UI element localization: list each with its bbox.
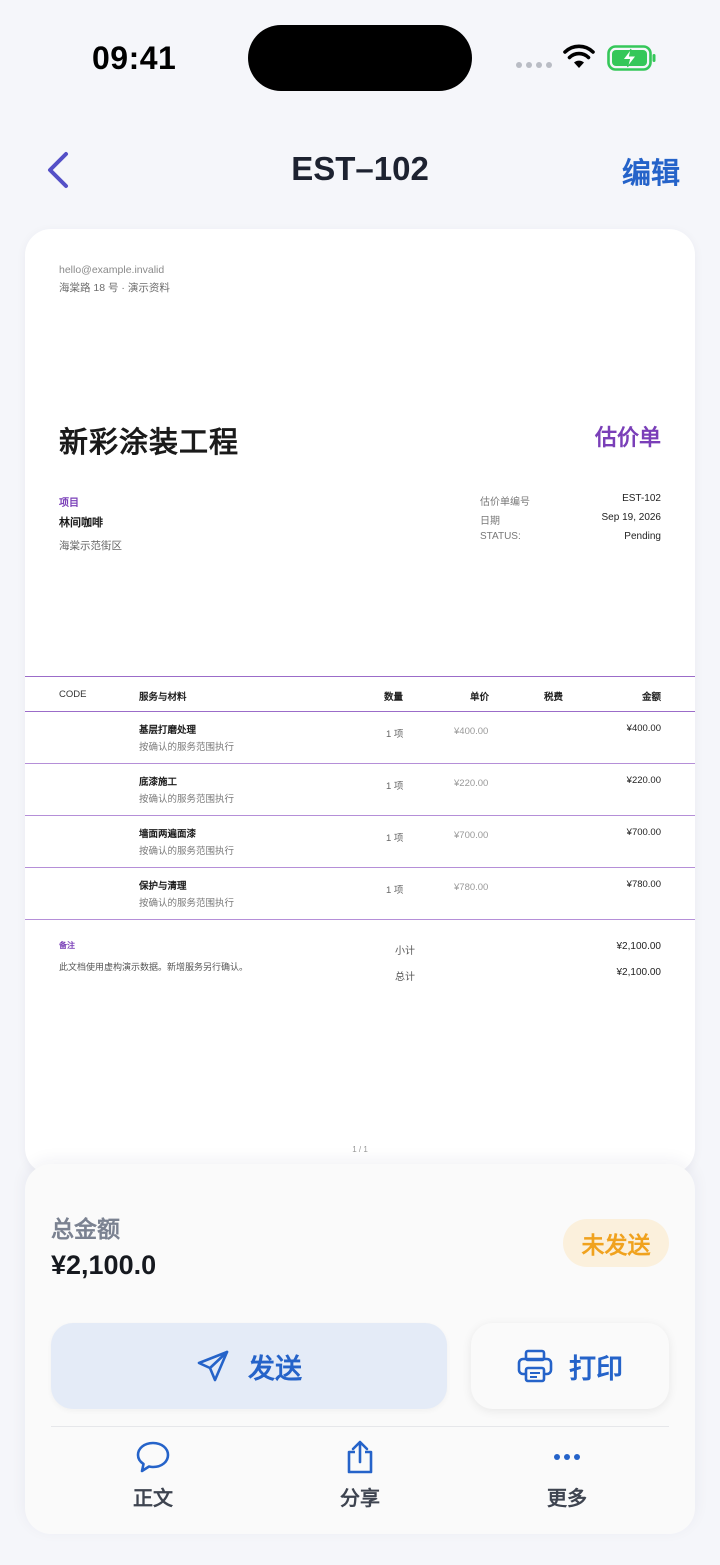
item-qty: 1 项 [386, 729, 404, 740]
business-email: hello@example.invalid [59, 264, 165, 276]
col-qty: 数量 [384, 692, 404, 703]
tab-body[interactable]: 正文 [93, 1440, 213, 1511]
meta-value-date: Sep 19, 2026 [601, 512, 662, 523]
more-icon [554, 1454, 580, 1460]
total-label: 总计 [395, 972, 415, 983]
col-price: 单价 [470, 692, 490, 703]
print-label: 打印 [569, 1353, 623, 1384]
sheet-divider [51, 1426, 669, 1427]
tab-body-label: 正文 [133, 1488, 173, 1510]
status-badge: 未发送 [563, 1219, 669, 1267]
notes-label: 备注 [59, 941, 75, 950]
item-name: 底漆施工 [139, 777, 178, 788]
item-desc: 按确认的服务范围执行 [139, 898, 235, 909]
business-name: 新彩涂装工程 [59, 427, 240, 459]
meta-value-number: EST-102 [622, 493, 661, 504]
table-row: 底漆施工 按确认的服务范围执行 1 项 ¥220.00 ¥220.00 [25, 764, 695, 816]
subtotal-value: ¥2,100.00 [616, 941, 662, 952]
edit-button[interactable]: 编辑 [622, 150, 680, 192]
tab-share[interactable]: 分享 [300, 1440, 420, 1511]
item-price: ¥700.00 [454, 830, 489, 841]
item-price: ¥220.00 [454, 778, 489, 789]
col-item: 服务与材料 [139, 692, 187, 703]
item-qty: 1 项 [386, 781, 404, 792]
project-label: 项目 [59, 498, 79, 509]
item-price: ¥780.00 [454, 882, 489, 893]
item-desc: 按确认的服务范围执行 [139, 846, 235, 857]
notes-text: 此文档使用虚构演示数据。新增服务另行确认。 [59, 962, 249, 972]
wifi-icon [563, 44, 595, 68]
item-desc: 按确认的服务范围执行 [139, 794, 235, 805]
dynamic-island [248, 25, 472, 91]
battery-charging-icon [607, 45, 656, 71]
item-price: ¥400.00 [454, 726, 489, 737]
chat-bubble-icon [136, 1441, 170, 1473]
sheet-total-value: ¥2,100.0 [51, 1250, 157, 1280]
tab-more[interactable]: 更多 [507, 1440, 627, 1511]
item-name: 保护与清理 [139, 881, 187, 892]
project-name: 林间咖啡 [59, 517, 103, 529]
item-name: 基层打磨处理 [139, 725, 197, 736]
item-amount: ¥700.00 [626, 827, 661, 838]
meta-label-status: STATUS: [480, 531, 521, 542]
meta-label-number: 估价单编号 [480, 497, 530, 508]
col-amount: 金额 [641, 692, 661, 703]
document-type: 估价单 [594, 425, 661, 450]
tab-more-label: 更多 [547, 1488, 587, 1510]
table-row: 基层打磨处理 按确认的服务范围执行 1 项 ¥400.00 ¥400.00 [25, 712, 695, 764]
total-value: ¥2,100.00 [616, 967, 662, 978]
status-time: 09:41 [92, 40, 177, 76]
item-desc: 按确认的服务范围执行 [139, 742, 235, 753]
item-amount: ¥400.00 [626, 723, 661, 734]
print-button[interactable]: 打印 [471, 1323, 669, 1409]
col-code: CODE [59, 689, 87, 700]
meta-value-status: Pending [624, 531, 661, 542]
table-row: 墙面两遍面漆 按确认的服务范围执行 1 项 ¥700.00 ¥700.00 [25, 816, 695, 868]
sheet-total-label: 总金额 [51, 1216, 120, 1242]
item-name: 墙面两遍面漆 [139, 829, 197, 840]
project-address: 海棠示范街区 [59, 540, 122, 552]
printer-icon [517, 1349, 553, 1383]
action-sheet: 总金额 ¥2,100.0 未发送 发送 打印 正文 分享 更多 [25, 1164, 695, 1534]
estimate-document: hello@example.invalid 海棠路 18 号 · 演示资料 新彩… [25, 229, 695, 1174]
table-header: CODE 服务与材料 数量 单价 税费 金额 [25, 676, 695, 712]
col-tax: 税费 [544, 692, 564, 703]
meta-label-date: 日期 [480, 516, 500, 527]
send-label: 发送 [248, 1353, 302, 1384]
item-amount: ¥780.00 [626, 879, 661, 890]
page-title: EST–102 [291, 150, 429, 187]
subtotal-label: 小计 [395, 946, 415, 957]
item-qty: 1 项 [386, 885, 404, 896]
page-number: 1 / 1 [352, 1145, 368, 1154]
share-icon [347, 1440, 373, 1474]
table-row: 保护与清理 按确认的服务范围执行 1 项 ¥780.00 ¥780.00 [25, 868, 695, 920]
send-button[interactable]: 发送 [51, 1323, 447, 1409]
paper-plane-icon [197, 1350, 229, 1382]
business-address: 海棠路 18 号 · 演示资料 [59, 282, 170, 294]
cellular-signal-icon [516, 62, 552, 68]
tab-share-label: 分享 [340, 1488, 380, 1510]
item-amount: ¥220.00 [626, 775, 661, 786]
item-qty: 1 项 [386, 833, 404, 844]
